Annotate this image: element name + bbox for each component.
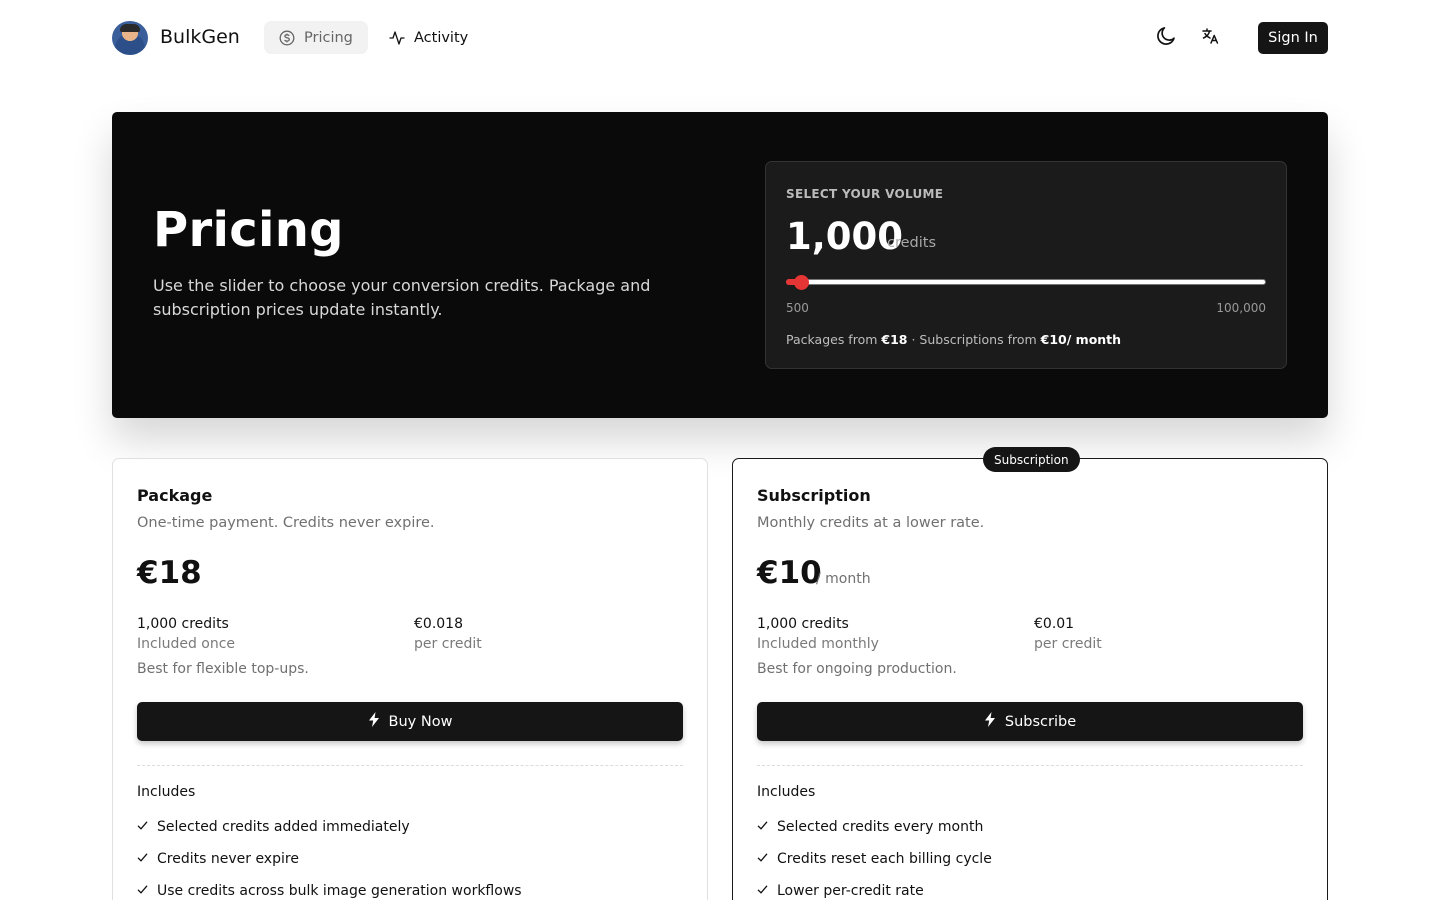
subscription-feature-text: Selected credits every month bbox=[777, 819, 984, 835]
subscription-description: Monthly credits at a lower rate. bbox=[757, 515, 985, 531]
package-feature-text: Selected credits added immediately bbox=[157, 819, 410, 835]
package-per-credit: €0.018 bbox=[414, 616, 463, 632]
subscription-period: / month bbox=[816, 571, 871, 587]
subscription-price: €10 bbox=[757, 555, 822, 591]
summary-packages-price: €18 bbox=[881, 332, 908, 347]
summary-packages-prefix: Packages from bbox=[786, 332, 878, 347]
subscription-badge: Subscription bbox=[983, 447, 1080, 472]
credits-slider[interactable] bbox=[786, 275, 1266, 290]
sign-in-button[interactable]: Sign In bbox=[1258, 22, 1328, 54]
subscription-feature-text: Credits reset each billing cycle bbox=[777, 851, 992, 867]
subscription-includes-label: Includes bbox=[757, 784, 816, 800]
summary-separator: · bbox=[911, 332, 916, 347]
subscription-credits-stat: 1,000 credits Included monthly bbox=[757, 614, 879, 654]
package-per-credit-note: per credit bbox=[414, 636, 482, 652]
package-credits: 1,000 credits bbox=[137, 616, 229, 632]
subscription-per-credit-note: per credit bbox=[1034, 636, 1102, 652]
package-feature-text: Credits never expire bbox=[157, 851, 299, 867]
dollar-circle-icon bbox=[279, 30, 295, 46]
subscribe-label: Subscribe bbox=[1004, 713, 1077, 730]
volume-unit: credits bbox=[887, 235, 937, 251]
volume-value: 1,000 bbox=[786, 215, 904, 258]
subscription-feature-text: Lower per-credit rate bbox=[777, 883, 924, 899]
subscription-note: Best for ongoing production. bbox=[757, 661, 957, 677]
check-icon bbox=[757, 851, 768, 867]
summary-subscriptions-prefix: Subscriptions from bbox=[919, 332, 1037, 347]
pricing-hero: Pricing Use the slider to choose your co… bbox=[112, 112, 1328, 418]
buy-now-button[interactable]: Buy Now bbox=[137, 702, 683, 741]
lightning-icon bbox=[368, 712, 380, 731]
page-title: Pricing bbox=[153, 202, 344, 258]
lightning-icon bbox=[984, 712, 996, 731]
slider-min-label: 500 bbox=[786, 301, 809, 315]
nav-pricing-label: Pricing bbox=[304, 29, 353, 46]
top-nav-bar: BulkGen Pricing Activity Sign In bbox=[0, 0, 1440, 76]
moon-icon bbox=[1155, 25, 1177, 51]
nav-activity-label: Activity bbox=[414, 29, 469, 46]
subscription-feature: Selected credits every month bbox=[757, 819, 983, 835]
summary-subscriptions-price: €10/ month bbox=[1040, 332, 1122, 347]
package-credits-stat: 1,000 credits Included once bbox=[137, 614, 235, 654]
check-icon bbox=[137, 851, 148, 867]
check-icon bbox=[757, 883, 768, 899]
slider-max-label: 100,000 bbox=[1216, 301, 1266, 315]
page-subtitle: Use the slider to choose your conversion… bbox=[153, 276, 651, 319]
brand-logo[interactable] bbox=[112, 21, 148, 55]
package-feature: Selected credits added immediately bbox=[137, 819, 410, 835]
package-card: Package One-time payment. Credits never … bbox=[112, 458, 708, 900]
check-icon bbox=[137, 883, 148, 899]
package-includes-label: Includes bbox=[137, 784, 196, 800]
package-credits-note: Included once bbox=[137, 636, 236, 652]
subscription-feature: Lower per-credit rate bbox=[757, 883, 924, 899]
package-description: One-time payment. Credits never expire. bbox=[137, 515, 435, 531]
nav-pricing[interactable]: Pricing bbox=[264, 21, 368, 54]
translate-icon bbox=[1201, 27, 1219, 49]
package-feature: Credits never expire bbox=[137, 851, 299, 867]
slider-thumb[interactable] bbox=[794, 275, 809, 290]
theme-toggle-button[interactable] bbox=[1154, 26, 1178, 50]
subscription-credits: 1,000 credits bbox=[757, 616, 849, 632]
card-divider bbox=[757, 765, 1303, 766]
card-divider bbox=[137, 765, 683, 766]
buy-now-label: Buy Now bbox=[388, 713, 453, 730]
brand-name[interactable]: BulkGen bbox=[160, 26, 240, 48]
volume-selector: SELECT YOUR VOLUME 1,000 credits 500 100… bbox=[765, 161, 1287, 369]
subscribe-button[interactable]: Subscribe bbox=[757, 702, 1303, 741]
package-title: Package bbox=[137, 486, 213, 505]
slider-track[interactable] bbox=[786, 279, 1266, 285]
check-icon bbox=[137, 819, 148, 835]
subscription-credits-note: Included monthly bbox=[757, 636, 879, 652]
package-feature-text: Use credits across bulk image generation… bbox=[157, 883, 522, 899]
package-price: €18 bbox=[137, 555, 202, 591]
subscription-per-credit-stat: €0.01 per credit bbox=[1034, 614, 1102, 654]
subscription-title: Subscription bbox=[757, 486, 871, 505]
check-icon bbox=[757, 819, 768, 835]
subscription-card: Subscription Subscription Monthly credit… bbox=[732, 447, 1328, 900]
subscription-per-credit: €0.01 bbox=[1034, 616, 1075, 632]
language-button[interactable] bbox=[1198, 26, 1222, 50]
price-summary: Packages from €18 · Subscriptions from €… bbox=[786, 332, 1121, 347]
activity-icon bbox=[389, 30, 405, 46]
subscription-feature: Credits reset each billing cycle bbox=[757, 851, 992, 867]
package-note: Best for flexible top-ups. bbox=[137, 661, 309, 677]
package-feature: Use credits across bulk image generation… bbox=[137, 883, 522, 899]
nav-activity[interactable]: Activity bbox=[374, 21, 483, 54]
package-per-credit-stat: €0.018 per credit bbox=[414, 614, 482, 654]
volume-label: SELECT YOUR VOLUME bbox=[786, 187, 944, 201]
